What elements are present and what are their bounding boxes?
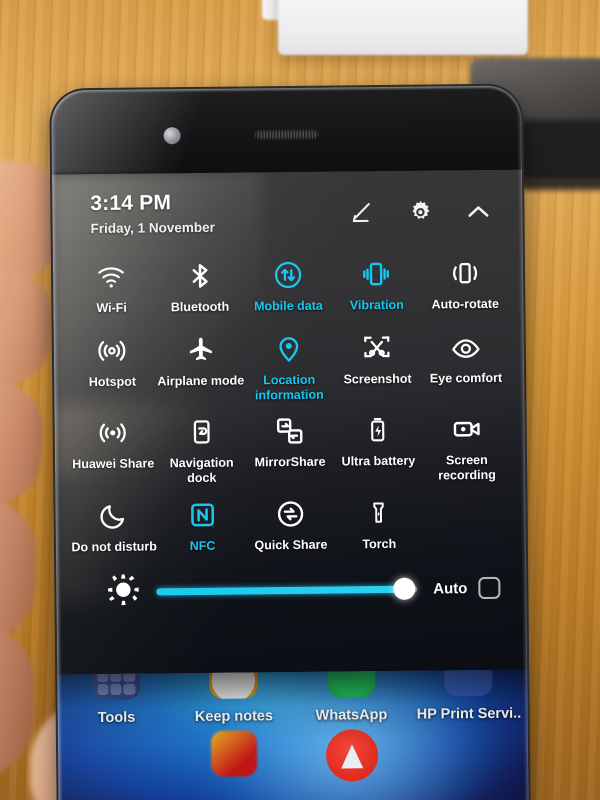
home-screen-shade (57, 669, 529, 800)
tile-do-not-disturb[interactable]: Do not disturb (69, 494, 158, 555)
tile-mobile-data[interactable]: Mobile data (244, 254, 333, 315)
wifi-icon (96, 260, 126, 294)
tile-screen-recording[interactable]: Screen recording (422, 408, 511, 483)
tile-huawei-share[interactable]: Huawei Share (69, 412, 158, 487)
tile-label: Auto-rotate (431, 296, 499, 312)
phone-screen: Tools Keep notes WhatsApp HP Print Servi… (52, 169, 529, 800)
tile-ultra-battery[interactable]: Ultra battery (334, 409, 423, 484)
phone-device: Tools Keep notes WhatsApp HP Print Servi… (51, 85, 529, 800)
brightness-slider[interactable] (156, 577, 418, 600)
clock-date: Friday, 1 November (90, 219, 215, 237)
brightness-slider-knob[interactable] (393, 577, 416, 600)
tile-label: Location information (254, 372, 324, 402)
phone-top-bezel (51, 85, 522, 175)
brightness-control: Auto (56, 568, 526, 612)
tile-row-4: Do not disturb NFC Quick Share Torch (69, 490, 512, 554)
bezel-reflection (51, 88, 233, 175)
tile-label: Screen recording (438, 453, 496, 483)
battery-icon (363, 413, 393, 447)
huawei-share-icon (97, 416, 129, 450)
chevron-up-icon[interactable] (464, 198, 492, 226)
auto-brightness-control[interactable]: Auto (433, 576, 501, 600)
tile-location-information[interactable]: Location information (244, 327, 333, 402)
tile-label: MirrorShare (254, 454, 326, 470)
tile-label: Navigation dock (169, 455, 234, 486)
tile-airplane-mode[interactable]: Airplane mode (156, 328, 245, 403)
tile-label: Huawei Share (72, 456, 155, 472)
tile-label: Eye comfort (429, 370, 503, 386)
dark-object-secondary (520, 120, 600, 190)
tile-mirrorshare[interactable]: MirrorShare (245, 410, 334, 485)
tile-auto-rotate[interactable]: Auto-rotate (420, 252, 509, 313)
tile-label: Airplane mode (157, 373, 245, 389)
tile-screenshot[interactable]: Screenshot (333, 326, 422, 401)
screen-recording-icon (450, 412, 482, 446)
airplane-icon (185, 333, 215, 367)
tile-nfc[interactable]: NFC (158, 493, 247, 554)
tile-label: Do not disturb (71, 539, 157, 555)
tile-wifi[interactable]: Wi-Fi (67, 255, 156, 316)
quick-settings-panel: 3:14 PM Friday, 1 November Wi-Fi Bluetoo… (52, 169, 528, 675)
clock-time: 3:14 PM (90, 191, 172, 216)
tile-vibration[interactable]: Vibration (332, 253, 421, 314)
gear-icon[interactable] (406, 198, 434, 226)
tile-eye-comfort[interactable]: Eye comfort (421, 325, 510, 400)
tile-hotspot[interactable]: Hotspot (68, 329, 157, 404)
clock-block: 3:14 PM Friday, 1 November (90, 191, 215, 236)
tile-empty-slot (423, 490, 512, 551)
nfc-icon (186, 498, 218, 532)
mobile-data-icon (272, 258, 304, 292)
tile-label: Torch (362, 536, 397, 551)
tile-row-1: Wi-Fi Bluetooth Mobile data Vibration Au… (67, 252, 510, 316)
torch-icon (365, 496, 393, 530)
white-box (278, 0, 528, 55)
front-camera (163, 127, 181, 145)
tile-label: Ultra battery (341, 453, 416, 469)
tile-quick-share[interactable]: Quick Share (246, 492, 335, 553)
location-pin-icon (274, 332, 304, 366)
quick-share-icon (274, 497, 306, 531)
hotspot-icon (96, 333, 128, 367)
navigation-dock-icon (186, 415, 216, 449)
tile-label: Hotspot (88, 374, 137, 389)
tile-label: Screenshot (343, 371, 412, 387)
vibration-icon (360, 257, 392, 291)
moon-icon (99, 498, 129, 532)
earpiece-speaker (254, 129, 319, 140)
tile-label: Mobile data (253, 298, 323, 314)
tile-bluetooth[interactable]: Bluetooth (155, 254, 244, 315)
brightness-sun-icon (106, 572, 140, 611)
tile-label: Bluetooth (170, 299, 230, 315)
tile-label: Vibration (349, 297, 404, 313)
quick-settings-header: 3:14 PM Friday, 1 November (52, 170, 523, 237)
mirrorshare-icon (274, 414, 306, 448)
tile-torch[interactable]: Torch (335, 491, 424, 552)
auto-rotate-icon (449, 256, 481, 290)
eye-icon (449, 330, 481, 364)
home-screen: Tools Keep notes WhatsApp HP Print Servi… (57, 669, 529, 800)
screenshot-icon (361, 331, 393, 365)
tile-label: Quick Share (254, 537, 328, 553)
header-icon-group (348, 198, 492, 228)
photo-scene: Tools Keep notes WhatsApp HP Print Servi… (0, 0, 600, 800)
bluetooth-icon (185, 259, 215, 293)
tile-row-3: Huawei Share Navigation dock MirrorShare… (69, 408, 512, 487)
quick-settings-tiles: Wi-Fi Bluetooth Mobile data Vibration Au… (53, 232, 526, 555)
auto-brightness-label: Auto (433, 579, 468, 598)
tile-navigation-dock[interactable]: Navigation dock (157, 411, 246, 486)
edit-icon[interactable] (348, 199, 376, 227)
tile-label: Wi-Fi (96, 300, 127, 316)
brightness-slider-fill (156, 585, 405, 595)
auto-brightness-checkbox[interactable] (478, 576, 501, 600)
tile-label: NFC (189, 538, 216, 553)
tile-row-2: Hotspot Airplane mode Location informati… (68, 325, 511, 404)
